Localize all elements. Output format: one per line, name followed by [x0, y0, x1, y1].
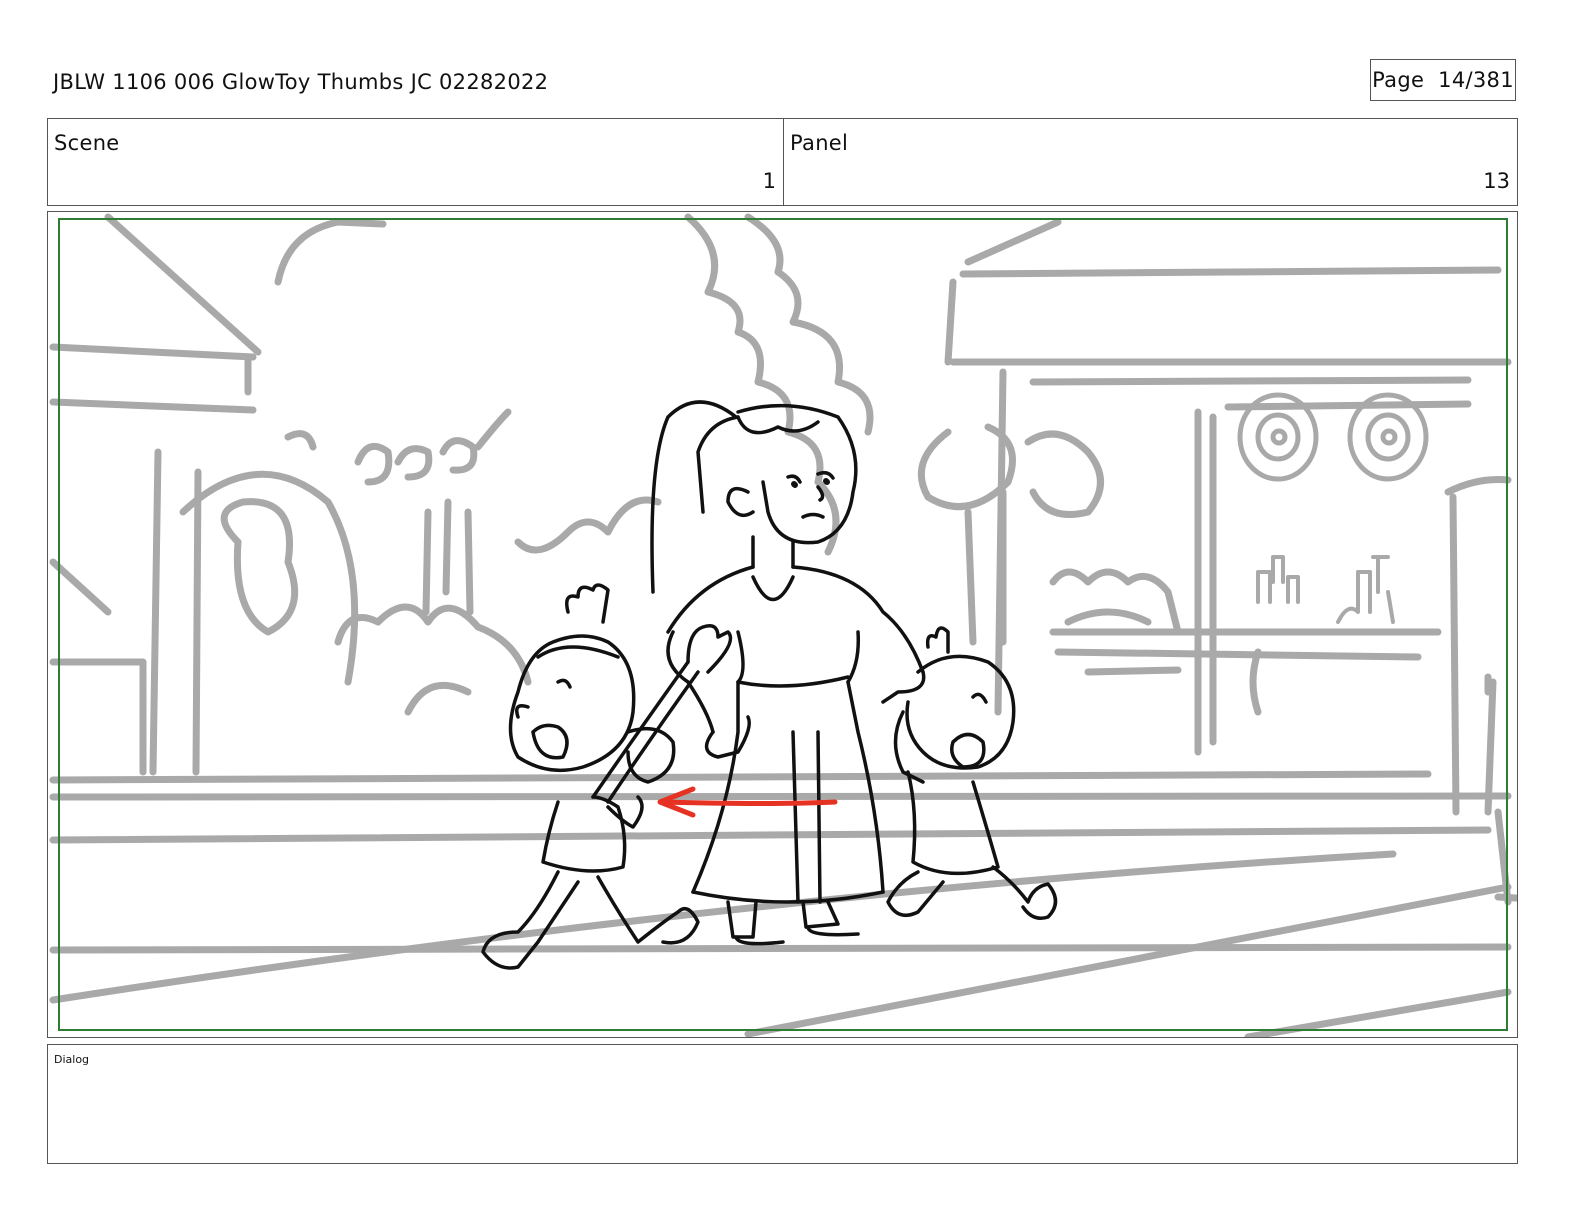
right-counter-leg — [1249, 648, 1262, 716]
background-sketch — [49, 213, 1517, 1037]
street-line — [49, 943, 1512, 954]
left-child-ear — [515, 704, 530, 719]
left-roof-line — [104, 213, 262, 356]
right-bush-2 — [1064, 608, 1152, 626]
right-child-mouth — [950, 732, 986, 769]
sidewalk-line-2 — [49, 792, 1512, 801]
left-child-hairband — [536, 645, 620, 659]
mother-neck — [751, 535, 795, 569]
scene-label: Scene — [54, 131, 120, 155]
left-child-hand — [686, 624, 733, 674]
left-window-bush — [220, 498, 299, 636]
panel-number: 13 — [1483, 169, 1510, 193]
page-indicator: Page 14/381 — [1370, 59, 1516, 101]
mother-left-hand — [704, 715, 751, 759]
mother-ear — [726, 486, 755, 518]
motion-arrow-shaft — [660, 799, 838, 806]
left-trunk — [422, 498, 474, 616]
mid-bush-low — [404, 681, 472, 716]
left-child-hair-spikes — [565, 583, 610, 624]
motion-arrow — [657, 786, 838, 818]
mother-skirt-fold — [791, 730, 822, 904]
right-child-body — [906, 770, 1000, 876]
mother-collar — [751, 575, 795, 601]
right-counter — [1049, 628, 1442, 676]
bottles-left — [1256, 555, 1300, 604]
dialog-label: Dialog — [54, 1053, 90, 1066]
left-child-leg-front — [596, 875, 700, 945]
left-child-leg-back — [481, 870, 580, 970]
right-awning — [1029, 376, 1472, 411]
right-child-eye — [971, 692, 988, 704]
scene-panel-info: Scene 1 Panel 13 — [47, 118, 1518, 206]
far-right-detail — [1484, 673, 1497, 816]
mid-squiggle — [514, 496, 662, 554]
right-building-left — [944, 278, 957, 366]
left-child-mouth — [531, 723, 569, 760]
right-roof-slope — [964, 218, 1062, 266]
mother-hair-line — [736, 415, 820, 435]
mother-mouth — [801, 512, 825, 519]
far-right-wall — [1444, 476, 1512, 816]
sidewalk-line-top — [49, 770, 1432, 784]
bottles-right — [1336, 555, 1395, 624]
right-child-hair — [925, 626, 950, 654]
center-tree-inner — [744, 213, 874, 436]
right-pillar-a — [994, 368, 1007, 716]
curb-line — [49, 826, 1492, 844]
perspective-line-a — [49, 850, 1397, 1004]
left-child-eye — [556, 678, 572, 689]
storyboard-drawing — [49, 213, 1517, 1037]
left-child-shirt-flap — [606, 795, 644, 829]
mother-torso — [736, 630, 861, 688]
left-post-b — [149, 448, 162, 776]
left-roof-eave — [49, 343, 257, 361]
mother-right-arm — [881, 670, 926, 704]
right-tree-b — [1024, 430, 1104, 518]
dialog-box: Dialog — [47, 1044, 1518, 1164]
left-curls — [284, 408, 512, 486]
page-label: Page — [1372, 68, 1425, 92]
mother-shoulders — [666, 565, 925, 674]
document-title: JBLW 1106 006 GlowToy Thumbs JC 02282022 — [53, 70, 549, 94]
page-number: 14/381 — [1438, 68, 1514, 92]
mother-ponytail — [650, 400, 740, 594]
center-tree-outline — [684, 213, 840, 556]
mother-hips — [691, 680, 885, 894]
right-pillar-b — [1194, 408, 1217, 756]
left-awning — [49, 398, 257, 414]
left-diag — [49, 558, 112, 616]
scene-number: 1 — [762, 169, 776, 193]
panel-cell: Panel 13 — [784, 119, 1517, 205]
panel-label: Panel — [790, 131, 849, 155]
left-post-c — [192, 468, 202, 776]
mid-bush-left — [334, 603, 532, 686]
storyboard-frame — [47, 211, 1518, 1038]
scene-cell: Scene 1 — [48, 119, 784, 205]
left-small-sign — [49, 658, 147, 776]
right-roof-line — [959, 266, 1502, 278]
top-curl — [274, 218, 387, 286]
